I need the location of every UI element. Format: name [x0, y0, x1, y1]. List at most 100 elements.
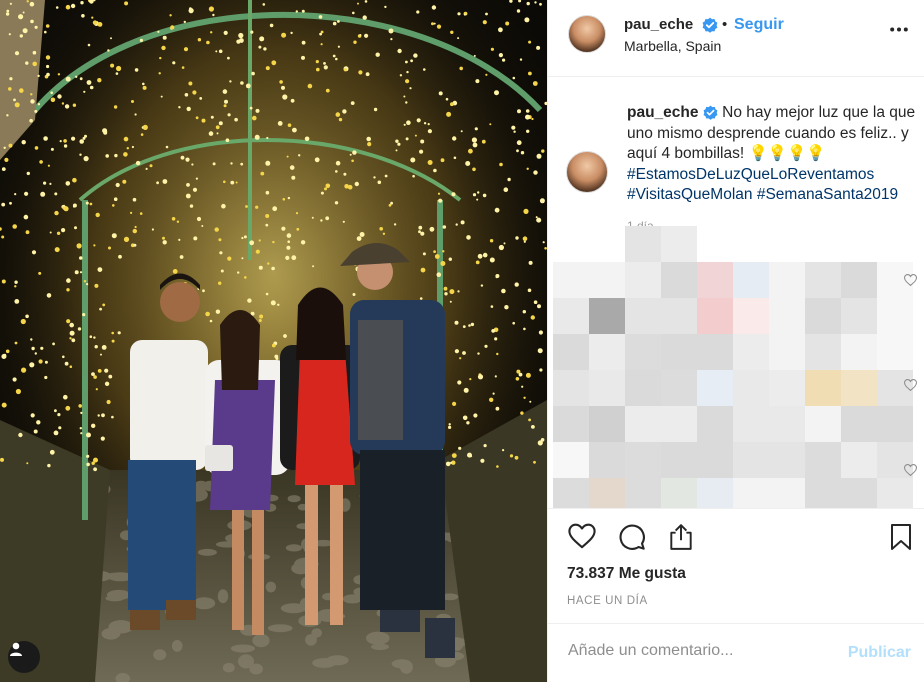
hashtag-link[interactable]: #VisitasQueMolan [627, 186, 753, 203]
fairy-light [263, 47, 267, 51]
fairy-light [105, 154, 109, 158]
fairy-light [475, 260, 480, 265]
heart-icon[interactable] [568, 523, 596, 549]
share-icon[interactable] [668, 523, 694, 551]
bookmark-icon[interactable] [890, 523, 912, 551]
pixelated-comment-block [877, 406, 913, 442]
fairy-light [22, 28, 28, 34]
pixelated-comment-block [733, 334, 769, 370]
hashtag-link[interactable]: #EstamosDeLuzQueLoReventamos [627, 166, 874, 183]
caption-username[interactable]: pau_eche [627, 104, 699, 121]
fairy-light [72, 177, 77, 183]
pixelated-comment-block [841, 298, 877, 334]
fairy-light [89, 335, 93, 339]
more-options-icon[interactable] [890, 27, 908, 32]
fairy-light [525, 114, 530, 120]
fairy-light [457, 290, 460, 293]
fairy-light [134, 225, 137, 229]
fairy-light [221, 203, 226, 209]
fairy-light [245, 205, 248, 208]
pixelated-comment-block [733, 478, 769, 508]
location-link[interactable]: Marbella, Spain [624, 38, 721, 54]
cobblestone [193, 597, 216, 610]
fairy-light [413, 53, 418, 58]
fairy-light [393, 223, 397, 226]
add-comment-form: Publicar [548, 623, 924, 682]
pixelated-comment-block [661, 442, 697, 478]
fairy-light [199, 97, 203, 100]
comment-like-icon[interactable] [904, 464, 917, 476]
fairy-light [122, 179, 127, 184]
fairy-light [66, 288, 70, 292]
fairy-light [531, 425, 535, 429]
tagged-users-button[interactable] [8, 641, 40, 673]
pixelated-comment-block [553, 334, 589, 370]
fairy-light [496, 352, 499, 356]
fairy-light [397, 142, 401, 146]
fairy-light [515, 377, 520, 381]
fairy-light [249, 106, 253, 110]
fairy-light [45, 55, 51, 60]
caption-avatar[interactable] [566, 151, 608, 193]
fairy-light [5, 12, 10, 16]
comment-like-icon[interactable] [904, 379, 917, 391]
fairy-light [197, 38, 202, 42]
fairy-light [325, 183, 331, 189]
fairy-light [59, 140, 62, 143]
fairy-light [442, 225, 447, 229]
fairy-light [64, 104, 70, 109]
fairy-light [160, 95, 163, 98]
fairy-light [534, 1, 537, 4]
fairy-light [14, 299, 20, 304]
pixelated-comment-block [769, 442, 805, 478]
fairy-light [457, 380, 462, 385]
pixelated-comment-block [661, 334, 697, 370]
caption-text: pau_eche No hay mejor luz que la que uno… [627, 103, 917, 206]
cobblestone [222, 662, 235, 673]
author-avatar[interactable] [568, 15, 606, 53]
comment-input[interactable] [568, 642, 828, 660]
fairy-light [186, 183, 190, 187]
comment-like-icon[interactable] [904, 274, 917, 286]
fairy-light [472, 167, 476, 172]
fairy-light [94, 345, 98, 349]
fairy-light [117, 331, 121, 335]
fairy-light [536, 45, 541, 50]
hashtag-link[interactable]: #SemanaSanta2019 [757, 186, 898, 203]
publish-button[interactable]: Publicar [848, 644, 911, 662]
fairy-light [110, 63, 115, 68]
comments-section: pau_eche No hay mejor luz que la que uno… [548, 78, 924, 508]
fairy-light [507, 177, 511, 182]
pixelated-comment-block [697, 406, 733, 442]
fairy-light [367, 142, 372, 147]
fairy-light [64, 361, 69, 366]
author-username[interactable]: pau_eche [624, 16, 693, 33]
fairy-light [79, 139, 84, 144]
fairy-light [427, 123, 430, 126]
fairy-light [532, 81, 538, 86]
fairy-light [12, 224, 17, 229]
follow-button[interactable]: Seguir [734, 16, 784, 34]
post-photo[interactable] [0, 0, 547, 682]
fairy-light [134, 113, 137, 116]
fairy-light [542, 241, 545, 244]
fairy-light [110, 37, 112, 40]
comment-icon[interactable] [618, 523, 646, 551]
pixelated-comment-block [841, 442, 877, 478]
fairy-light [97, 22, 103, 27]
pixelated-comment-block [625, 442, 661, 478]
fairy-light [243, 235, 247, 239]
cobblestone [249, 663, 263, 675]
fairy-light [537, 304, 541, 309]
fairy-light [388, 28, 394, 34]
fairy-light [460, 130, 463, 133]
fairy-light [399, 74, 403, 77]
fairy-light [142, 82, 145, 86]
fairy-light [69, 365, 73, 369]
likes-count[interactable]: 73.837 Me gusta [567, 565, 686, 583]
fairy-light [514, 282, 519, 287]
fairy-light [30, 19, 34, 24]
fairy-light [14, 51, 20, 56]
fairy-light [266, 136, 269, 140]
fairy-light [281, 85, 285, 90]
